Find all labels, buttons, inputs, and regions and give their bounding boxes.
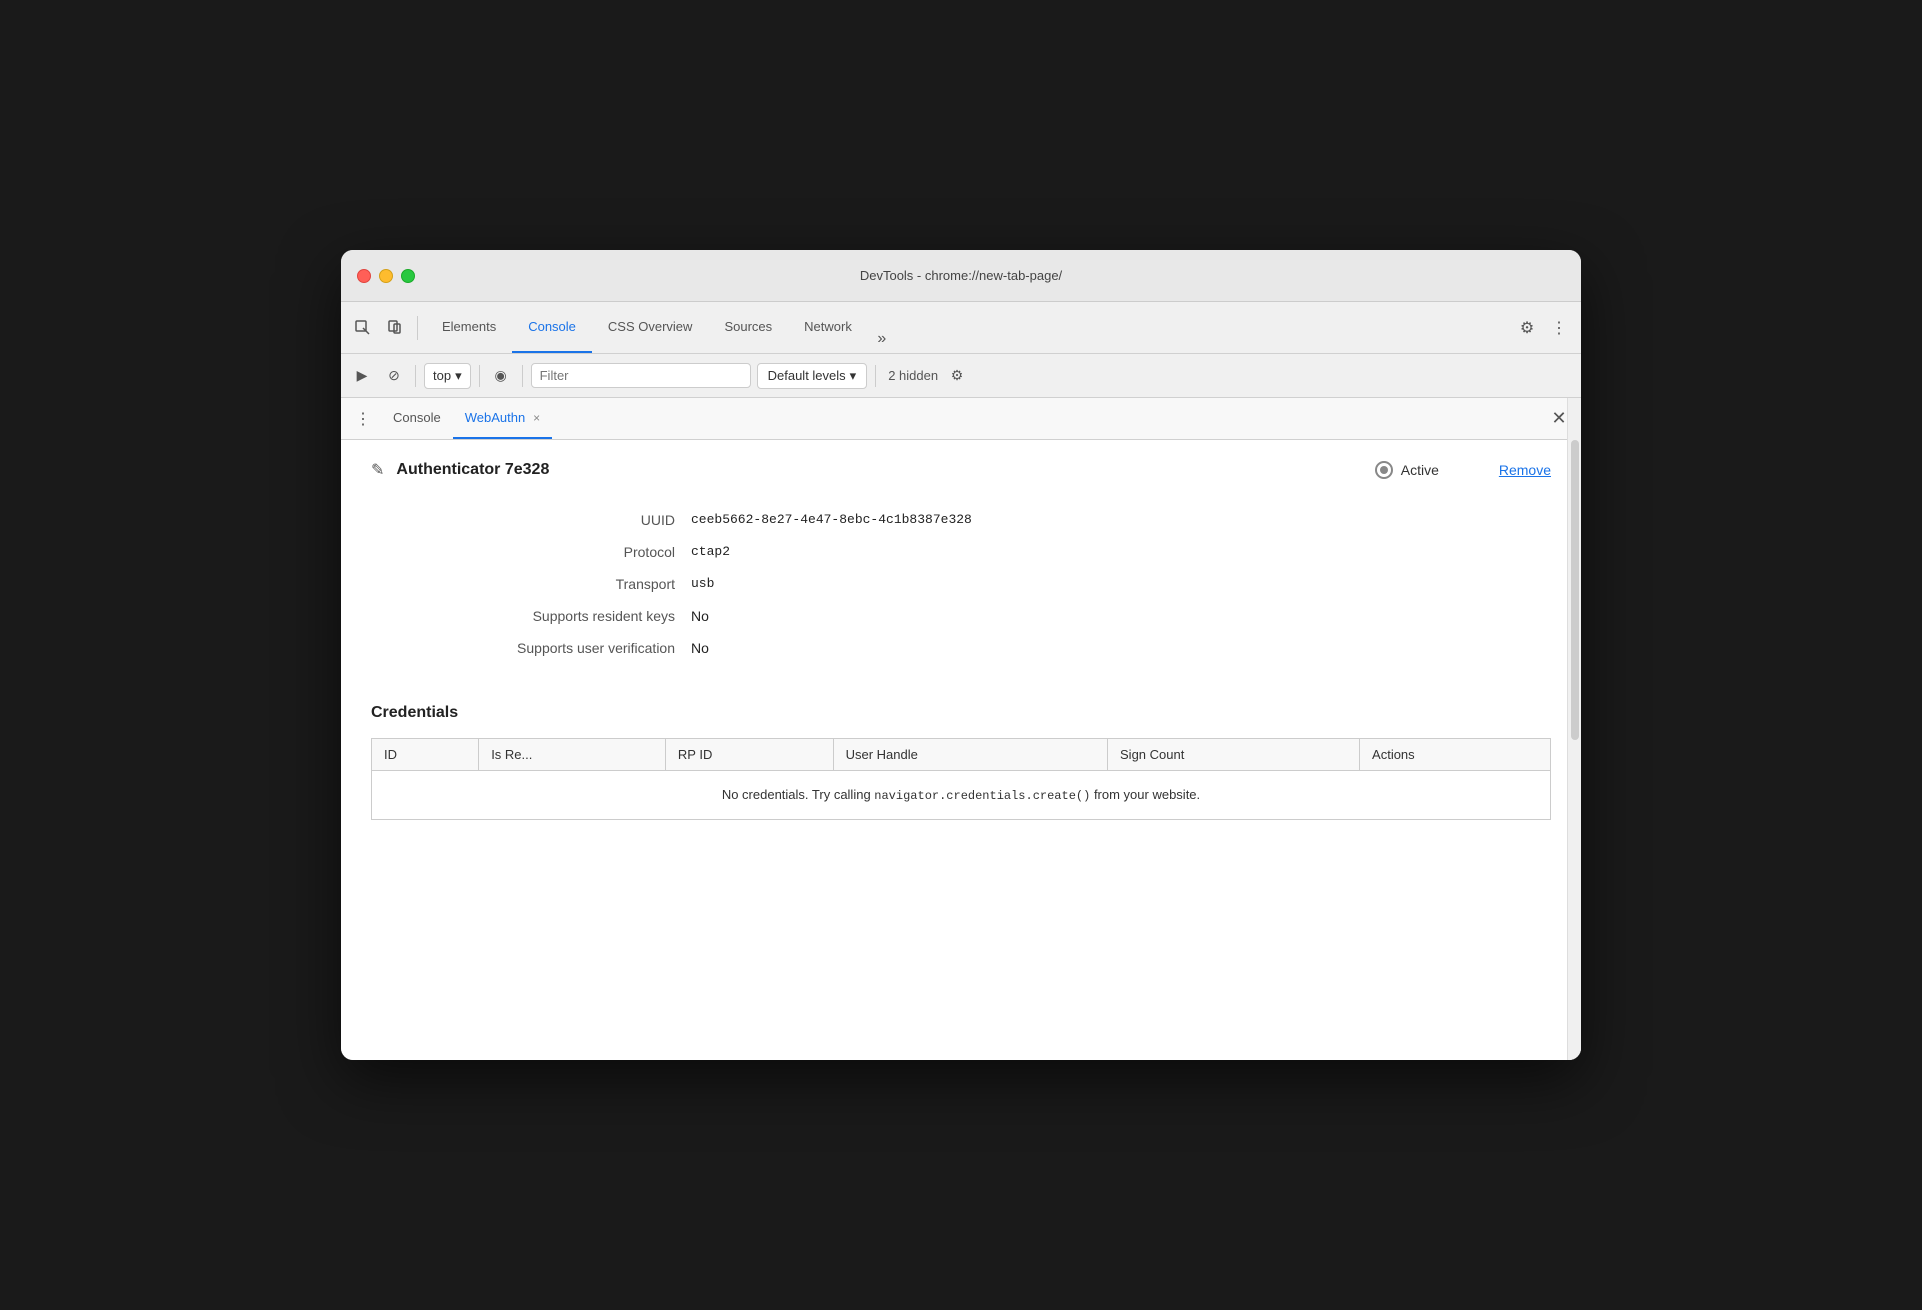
tab-network[interactable]: Network [788,302,868,353]
title-bar: DevTools - chrome://new-tab-page/ [341,250,1581,302]
remove-button[interactable]: Remove [1499,462,1551,478]
toolbar-separator-1 [417,316,418,340]
resident-keys-label: Supports resident keys [371,600,691,632]
eye-icon[interactable]: ◉ [488,363,514,389]
filter-input[interactable] [531,363,751,388]
radio-button[interactable] [1375,461,1393,479]
col-id: ID [372,739,479,771]
drawer-tab-webauthn[interactable]: WebAuthn × [453,398,552,439]
main-content-area: ⋮ Console WebAuthn × ✕ ✎ [341,398,1581,1060]
traffic-lights [357,269,415,283]
webauthn-panel: ✎ Authenticator 7e328 Active Remove [341,440,1581,840]
authenticator-name: Authenticator 7e328 [396,461,1374,479]
device-toolbar-icon[interactable] [381,314,409,342]
close-button[interactable] [357,269,371,283]
main-tabs: Elements Console CSS Overview Sources Ne… [426,302,1509,353]
uuid-value: ceeb5662-8e27-4e47-8ebc-4c1b8387e328 [691,504,1551,536]
console-separator-3 [522,365,523,387]
credentials-title: Credentials [371,704,1551,722]
edit-icon[interactable]: ✎ [371,460,384,480]
credentials-table: ID Is Re... RP ID User Handle Sign Count… [371,738,1551,820]
devtools-window: DevTools - chrome://new-tab-page/ Elemen… [341,250,1581,1060]
block-icon[interactable]: ⊘ [381,363,407,389]
minimize-button[interactable] [379,269,393,283]
transport-label: Transport [371,568,691,600]
panel-content: ⋮ Console WebAuthn × ✕ ✎ [341,398,1581,1060]
more-options-icon[interactable]: ⋮ [1545,314,1573,342]
col-actions: Actions [1360,739,1551,771]
main-toolbar: Elements Console CSS Overview Sources Ne… [341,302,1581,354]
resident-keys-value: No [691,600,1551,632]
tab-elements[interactable]: Elements [426,302,512,353]
level-selector[interactable]: Default levels ▾ [757,363,868,389]
settings-icon[interactable]: ⚙ [1513,314,1541,342]
properties-table: UUID ceeb5662-8e27-4e47-8ebc-4c1b8387e32… [371,504,1551,664]
console-settings-icon[interactable]: ⚙ [944,363,970,389]
tab-console[interactable]: Console [512,302,592,353]
webauthn-tab-close-icon[interactable]: × [533,411,540,425]
scrollbar[interactable] [1567,398,1581,1060]
protocol-label: Protocol [371,536,691,568]
transport-value: usb [691,568,1551,600]
drawer-tabs: ⋮ Console WebAuthn × ✕ [341,398,1581,440]
col-user-handle: User Handle [833,739,1107,771]
run-script-icon[interactable]: ▶ [349,363,375,389]
radio-inner-dot [1380,466,1388,474]
console-separator-1 [415,365,416,387]
authenticator-header: ✎ Authenticator 7e328 Active Remove [371,460,1551,480]
no-credentials-msg: No credentials. Try calling navigator.cr… [722,787,1200,802]
drawer-tab-console[interactable]: Console [381,398,453,439]
col-sign-count: Sign Count [1108,739,1360,771]
window-title: DevTools - chrome://new-tab-page/ [860,268,1062,283]
console-toolbar: ▶ ⊘ top ▾ ◉ Default levels ▾ 2 hidden ⚙ [341,354,1581,398]
tab-sources[interactable]: Sources [708,302,788,353]
more-tabs-icon[interactable]: » [868,325,896,353]
scrollbar-thumb[interactable] [1571,440,1579,740]
toolbar-right-icons: ⚙ ⋮ [1513,314,1573,342]
user-verification-value: No [691,632,1551,664]
no-credentials-row: No credentials. Try calling navigator.cr… [372,771,1551,820]
inspect-element-icon[interactable] [349,314,377,342]
active-label: Active [1401,462,1439,478]
uuid-label: UUID [371,504,691,536]
hidden-count: 2 hidden [888,368,938,383]
credentials-header-row: ID Is Re... RP ID User Handle Sign Count… [372,739,1551,771]
protocol-value: ctap2 [691,536,1551,568]
console-separator-2 [479,365,480,387]
col-rpid: RP ID [665,739,833,771]
fullscreen-button[interactable] [401,269,415,283]
drawer-more-icon[interactable]: ⋮ [349,405,377,433]
user-verification-label: Supports user verification [371,632,691,664]
col-isre: Is Re... [479,739,666,771]
console-separator-4 [875,365,876,387]
no-credentials-cell: No credentials. Try calling navigator.cr… [372,771,1551,820]
credentials-section: Credentials ID Is Re... RP ID User Handl… [371,704,1551,820]
tab-css-overview[interactable]: CSS Overview [592,302,709,353]
drawer-panel: ✎ Authenticator 7e328 Active Remove [341,440,1581,1060]
context-selector[interactable]: top ▾ [424,363,471,389]
active-radio[interactable]: Active [1375,461,1439,479]
